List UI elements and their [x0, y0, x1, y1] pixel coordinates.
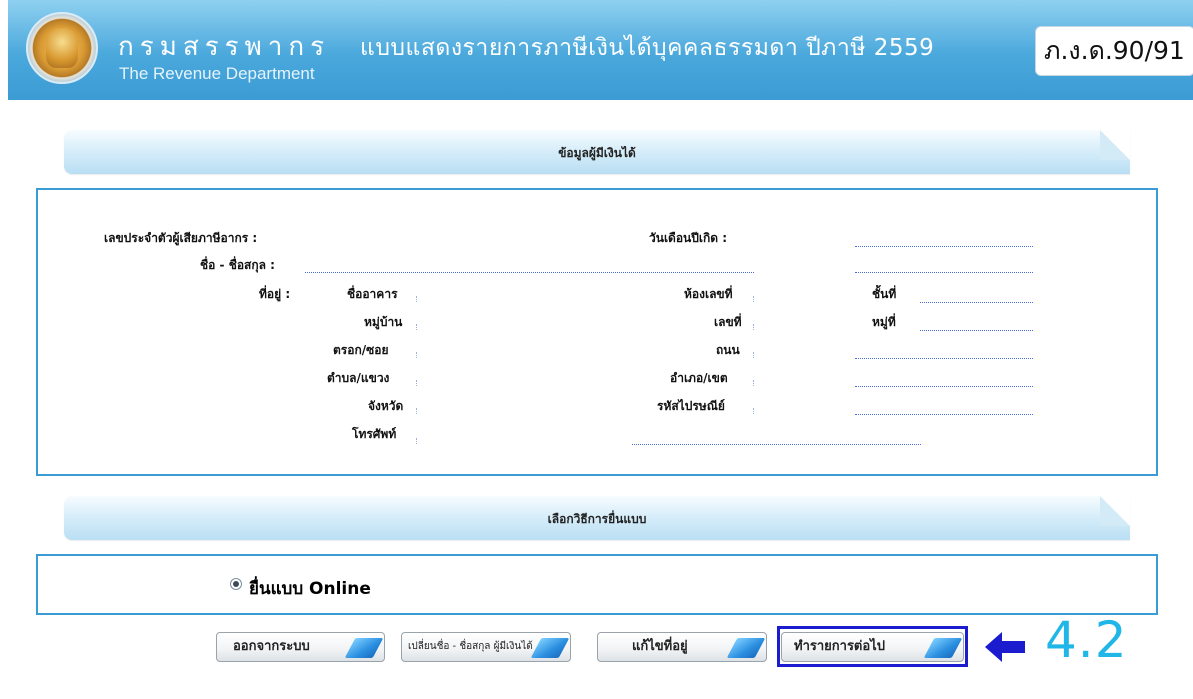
field-tick — [416, 296, 417, 302]
brand-name-thai: กรมสรรพากร — [118, 32, 331, 62]
page-header: กรมสรรพากร The Revenue Department แบบแสด… — [8, 0, 1193, 100]
form-title: แบบแสดงรายการภาษีเงินได้บุคคลธรรมดา ปีภา… — [360, 35, 935, 61]
online-filing-label[interactable]: ยื่นแบบ Online — [249, 575, 371, 602]
left-arrow-icon — [985, 632, 1025, 662]
room-number-label: ห้องเลขที่ — [684, 287, 733, 301]
province-label: จังหวัด — [368, 399, 404, 413]
field-tick — [416, 380, 417, 386]
section-title: ข้อมูลผู้มีเงินได้ — [558, 146, 636, 160]
postcode-field — [855, 414, 1033, 415]
edit-address-button-label: แก้ไขที่อยู่ — [632, 639, 688, 654]
filing-method-section-header: เลือกวิธีการยื่นแบบ — [64, 496, 1130, 540]
subdistrict-label: ตำบล/แขวง — [327, 371, 390, 385]
birth-date-field — [855, 246, 1033, 247]
field-tick — [753, 352, 754, 358]
logout-button[interactable]: ออกจากระบบ — [216, 632, 385, 662]
floor-field — [920, 302, 1033, 303]
phone-label: โทรศัพท์ — [352, 427, 397, 441]
field-tick — [753, 296, 754, 302]
field-tick — [753, 324, 754, 330]
field-tick — [753, 380, 754, 386]
birth-date-extra-field — [855, 272, 1033, 273]
income-earner-section-header: ข้อมูลผู้มีเงินได้ — [64, 130, 1130, 174]
road-field — [855, 358, 1033, 359]
step-number: 4.2 — [1045, 611, 1128, 669]
field-tick — [753, 408, 754, 414]
district-label: อำเภอ/เขต — [670, 371, 728, 385]
road-label: ถนน — [716, 343, 740, 357]
district-field — [855, 386, 1033, 387]
full-name-field — [305, 272, 754, 273]
field-tick — [416, 438, 417, 444]
building-label: ชื่ออาคาร — [347, 287, 398, 301]
online-filing-radio[interactable] — [230, 578, 242, 590]
address-label: ที่อยู่ : — [259, 287, 291, 301]
moo-field — [920, 330, 1033, 331]
edit-address-button[interactable]: แก้ไขที่อยู่ — [597, 632, 767, 662]
field-tick — [416, 324, 417, 330]
filing-method-box — [36, 554, 1158, 615]
postcode-label: รหัสไปรษณีย์ — [657, 399, 725, 413]
house-number-label: เลขที่ — [714, 315, 742, 329]
village-label: หมู่บ้าน — [364, 315, 403, 329]
logout-button-label: ออกจากระบบ — [233, 639, 310, 654]
change-name-button-label: เปลี่ยนชื่อ - ชื่อสกุล ผู้มีเงินได้ — [408, 641, 533, 652]
button-accent-icon — [344, 638, 384, 658]
form-code-badge: ภ.ง.ด.90/91 — [1035, 26, 1193, 76]
brand-name-english: The Revenue Department — [119, 64, 315, 83]
button-accent-icon — [726, 638, 766, 658]
step-highlight-box — [777, 626, 968, 667]
full-name-label: ชื่อ - ชื่อสกุล : — [200, 258, 275, 272]
birth-date-label: วันเดือนปีเกิด : — [649, 231, 727, 245]
phone-field — [632, 444, 921, 445]
section-title: เลือกวิธีการยื่นแบบ — [547, 512, 647, 526]
field-tick — [416, 352, 417, 358]
field-tick — [416, 408, 417, 414]
revenue-department-seal-icon — [26, 12, 98, 84]
change-name-button[interactable]: เปลี่ยนชื่อ - ชื่อสกุล ผู้มีเงินได้ — [401, 632, 571, 662]
moo-label: หมู่ที่ — [872, 315, 896, 329]
soi-label: ตรอก/ซอย — [333, 343, 389, 357]
button-accent-icon — [530, 638, 570, 658]
floor-label: ชั้นที่ — [872, 287, 897, 301]
tax-id-label: เลขประจำตัวผู้เสียภาษีอากร : — [104, 231, 258, 245]
